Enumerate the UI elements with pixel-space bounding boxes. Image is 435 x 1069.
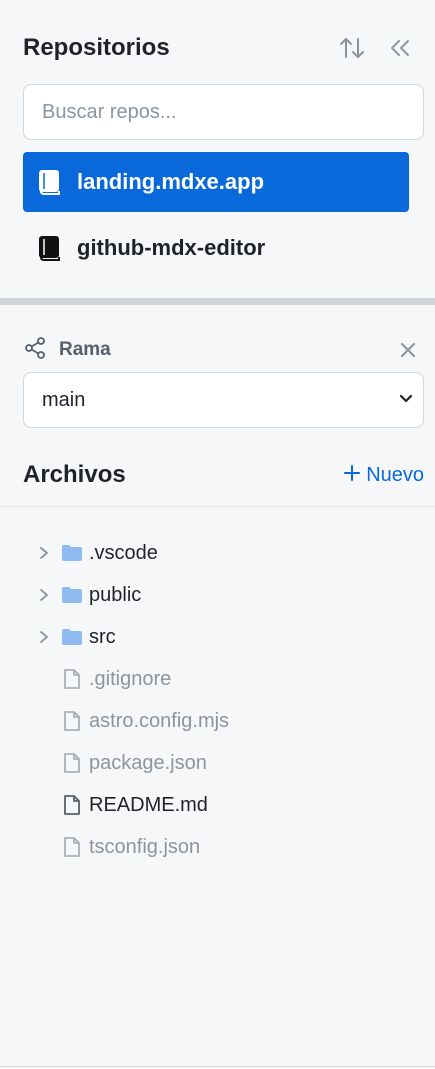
- files-title: Archivos: [23, 461, 126, 488]
- file-tree: .vscode public src .gitignore astro.conf…: [0, 532, 435, 868]
- repo-item-github-mdx-editor[interactable]: github-mdx-editor: [23, 218, 409, 278]
- book-icon: [35, 233, 65, 263]
- branch-selected-value: main: [42, 388, 86, 411]
- tree-file-package-json[interactable]: package.json: [0, 742, 435, 784]
- file-icon: [61, 668, 83, 690]
- new-file-label: Nuevo: [366, 463, 424, 486]
- section-divider[interactable]: [0, 298, 435, 305]
- new-file-button[interactable]: Nuevo: [344, 464, 424, 487]
- repo-name: github-mdx-editor: [77, 235, 266, 260]
- branch-label-group: Rama: [23, 336, 111, 365]
- files-divider: [0, 506, 435, 507]
- close-icon[interactable]: [395, 337, 421, 363]
- plus-icon: [344, 464, 361, 487]
- branch-label: Rama: [59, 339, 111, 360]
- chevron-right-icon[interactable]: [36, 587, 52, 603]
- tree-node-label: astro.config.mjs: [89, 709, 230, 732]
- tree-folder-public[interactable]: public: [0, 574, 435, 616]
- tree-node-label: .gitignore: [89, 667, 172, 690]
- files-header: Archivos Nuevo: [23, 456, 424, 494]
- file-icon: [61, 752, 83, 774]
- bottom-border: [0, 1066, 435, 1067]
- tree-file-gitignore[interactable]: .gitignore: [0, 658, 435, 700]
- tree-file-readme[interactable]: README.md: [0, 784, 435, 826]
- chevron-right-icon[interactable]: [36, 629, 52, 645]
- repo-name: landing.mdxe.app: [77, 169, 265, 194]
- file-icon: [61, 794, 83, 816]
- tree-node-label: public: [89, 583, 142, 606]
- file-icon: [61, 710, 83, 732]
- chevron-right-icon[interactable]: [36, 545, 52, 561]
- tree-node-label: src: [89, 625, 116, 648]
- branch-header: Rama: [23, 334, 421, 366]
- repo-item-landing-mdxe-app[interactable]: landing.mdxe.app: [23, 152, 409, 212]
- tree-file-tsconfig[interactable]: tsconfig.json: [0, 826, 435, 868]
- file-icon: [61, 836, 83, 858]
- chevron-down-icon: [397, 389, 415, 412]
- tree-node-label: package.json: [89, 751, 207, 774]
- book-icon: [35, 167, 65, 197]
- tree-node-label: tsconfig.json: [89, 835, 201, 858]
- folder-icon: [61, 584, 83, 606]
- double-chevron-left-icon[interactable]: [385, 33, 415, 63]
- folder-icon: [61, 626, 83, 648]
- header-actions: [337, 33, 415, 63]
- tree-folder-src[interactable]: src: [0, 616, 435, 658]
- branch-select[interactable]: main: [23, 372, 424, 428]
- tree-node-label: .vscode: [89, 541, 158, 564]
- repositories-header: Repositorios: [23, 28, 415, 68]
- sort-arrows-icon[interactable]: [337, 33, 367, 63]
- branch-share-icon: [23, 336, 47, 365]
- repositories-title: Repositorios: [23, 34, 170, 61]
- repo-search-input[interactable]: [23, 84, 424, 140]
- tree-node-label: README.md: [89, 793, 208, 816]
- tree-file-astro-config[interactable]: astro.config.mjs: [0, 700, 435, 742]
- tree-folder-vscode[interactable]: .vscode: [0, 532, 435, 574]
- folder-icon: [61, 542, 83, 564]
